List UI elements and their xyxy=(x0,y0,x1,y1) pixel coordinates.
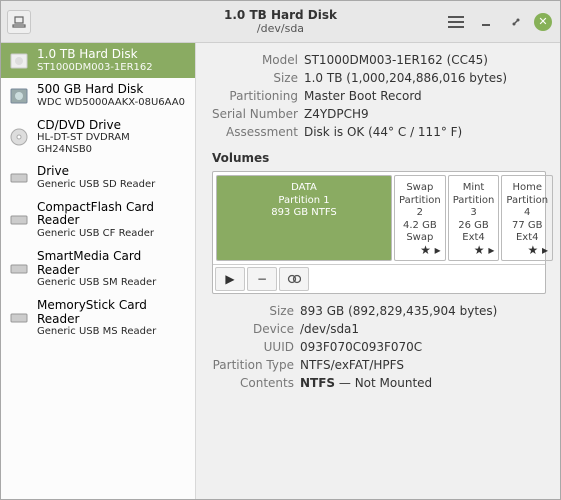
value-vcontents: NTFS — Not Mounted xyxy=(300,374,503,392)
volume-seg-0[interactable]: DATAPartition 1893 GB NTFS xyxy=(216,175,392,261)
drive-options-button[interactable] xyxy=(7,10,31,34)
minimize-button[interactable] xyxy=(474,10,498,34)
mount-button[interactable]: ▶ xyxy=(215,267,245,291)
volumes-heading: Volumes xyxy=(212,151,546,165)
label-partitioning: Partitioning xyxy=(212,87,304,105)
device-sidebar: 1.0 TB Hard DiskST1000DM003-1ER162 500 G… xyxy=(1,43,196,499)
volume-detail-table: Size893 GB (892,829,435,904 bytes) Devic… xyxy=(212,302,503,392)
value-size: 1.0 TB (1,000,204,886,016 bytes) xyxy=(304,69,513,87)
vol-part: Partition 3 xyxy=(453,195,495,220)
disk-info-table: ModelST1000DM003-1ER162 (CC45) Size1.0 T… xyxy=(212,51,513,141)
label-vuuid: UUID xyxy=(212,338,300,356)
value-vptype: NTFS/exFAT/HPFS xyxy=(300,356,503,374)
device-item-5[interactable]: SmartMedia Card ReaderGeneric USB SM Rea… xyxy=(1,245,195,294)
device-sub: Generic USB SD Reader xyxy=(37,179,155,191)
vol-fs: 893 GB NTFS xyxy=(271,207,337,220)
volume-toolbar: ▶ − xyxy=(213,264,545,293)
label-model: Model xyxy=(212,51,304,69)
label-serial: Serial Number xyxy=(212,105,304,123)
vol-fs: 26 GB Ext4 xyxy=(453,220,495,245)
vol-part: Partition 4 xyxy=(506,195,548,220)
vol-fs: 4.2 GB Swap xyxy=(399,220,441,245)
device-item-6[interactable]: MemoryStick Card ReaderGeneric USB MS Re… xyxy=(1,294,195,343)
volume-seg-1[interactable]: SwapPartition 24.2 GB Swap ★ ▸ xyxy=(394,175,446,261)
device-label: MemoryStick Card Reader xyxy=(37,299,187,327)
device-label: SmartMedia Card Reader xyxy=(37,250,187,278)
device-label: 1.0 TB Hard Disk xyxy=(37,48,153,62)
device-sub: WDC WD5000AAKX-08U6AA0 xyxy=(37,97,185,109)
device-sub: Generic USB CF Reader xyxy=(37,228,187,240)
device-item-2[interactable]: CD/DVD DriveHL-DT-ST DVDRAM GH24NSB0 xyxy=(1,114,195,161)
partition-options-button[interactable] xyxy=(279,267,309,291)
card-reader-icon xyxy=(9,168,29,188)
device-label: CompactFlash Card Reader xyxy=(37,201,187,229)
vol-name: DATA xyxy=(271,182,337,195)
device-sub: Generic USB MS Reader xyxy=(37,326,187,338)
close-button[interactable]: ✕ xyxy=(534,13,552,31)
device-sub: Generic USB SM Reader xyxy=(37,277,187,289)
value-serial: Z4YDPCH9 xyxy=(304,105,513,123)
value-vsize: 893 GB (892,829,435,904 bytes) xyxy=(300,302,503,320)
device-sub: ST1000DM003-1ER162 xyxy=(37,62,153,74)
card-reader-icon xyxy=(9,210,29,230)
label-vptype: Partition Type xyxy=(212,356,300,374)
device-item-0[interactable]: 1.0 TB Hard DiskST1000DM003-1ER162 xyxy=(1,43,195,78)
main-panel: ModelST1000DM003-1ER162 (CC45) Size1.0 T… xyxy=(196,43,560,499)
vol-part: Partition 2 xyxy=(399,195,441,220)
value-vdevice: /dev/sda1 xyxy=(300,320,503,338)
value-assessment[interactable]: Disk is OK (44° C / 111° F) xyxy=(304,123,513,141)
card-reader-icon xyxy=(9,308,29,328)
maximize-button[interactable] xyxy=(504,10,528,34)
star-icon[interactable]: ★ ▸ xyxy=(527,243,548,257)
vol-name: Home xyxy=(506,182,548,195)
delete-partition-button[interactable]: − xyxy=(247,267,277,291)
label-vcontents: Contents xyxy=(212,374,300,392)
device-label: 500 GB Hard Disk xyxy=(37,83,185,97)
label-assessment: Assessment xyxy=(212,123,304,141)
value-model: ST1000DM003-1ER162 (CC45) xyxy=(304,51,513,69)
volumes-widget: DATAPartition 1893 GB NTFS SwapPartition… xyxy=(212,171,546,294)
hdd-icon xyxy=(9,51,29,71)
hdd-icon xyxy=(9,86,29,106)
volume-seg-3[interactable]: HomePartition 477 GB Ext4 ★ ▸ xyxy=(501,175,553,261)
star-icon[interactable]: ★ ▸ xyxy=(420,243,441,257)
optical-icon xyxy=(9,127,29,147)
titlebar: 1.0 TB Hard Disk /dev/sda ✕ xyxy=(1,1,560,43)
device-item-1[interactable]: 500 GB Hard DiskWDC WD5000AAKX-08U6AA0 xyxy=(1,78,195,113)
device-label: Drive xyxy=(37,165,155,179)
label-vdevice: Device xyxy=(212,320,300,338)
vol-name: Mint xyxy=(453,182,495,195)
vol-part: Partition 1 xyxy=(271,195,337,208)
value-partitioning: Master Boot Record xyxy=(304,87,513,105)
card-reader-icon xyxy=(9,259,29,279)
hamburger-menu-button[interactable] xyxy=(444,10,468,34)
volume-segments: DATAPartition 1893 GB NTFS SwapPartition… xyxy=(213,172,545,264)
value-vuuid: 093F070C093F070C xyxy=(300,338,503,356)
label-size: Size xyxy=(212,69,304,87)
vol-name: Swap xyxy=(399,182,441,195)
label-vsize: Size xyxy=(212,302,300,320)
star-icon[interactable]: ★ ▸ xyxy=(474,243,495,257)
device-item-4[interactable]: CompactFlash Card ReaderGeneric USB CF R… xyxy=(1,196,195,245)
vol-fs: 77 GB Ext4 xyxy=(506,220,548,245)
device-label: CD/DVD Drive xyxy=(37,119,187,133)
device-sub: HL-DT-ST DVDRAM GH24NSB0 xyxy=(37,132,187,155)
device-item-3[interactable]: DriveGeneric USB SD Reader xyxy=(1,160,195,195)
volume-seg-2[interactable]: MintPartition 326 GB Ext4 ★ ▸ xyxy=(448,175,500,261)
